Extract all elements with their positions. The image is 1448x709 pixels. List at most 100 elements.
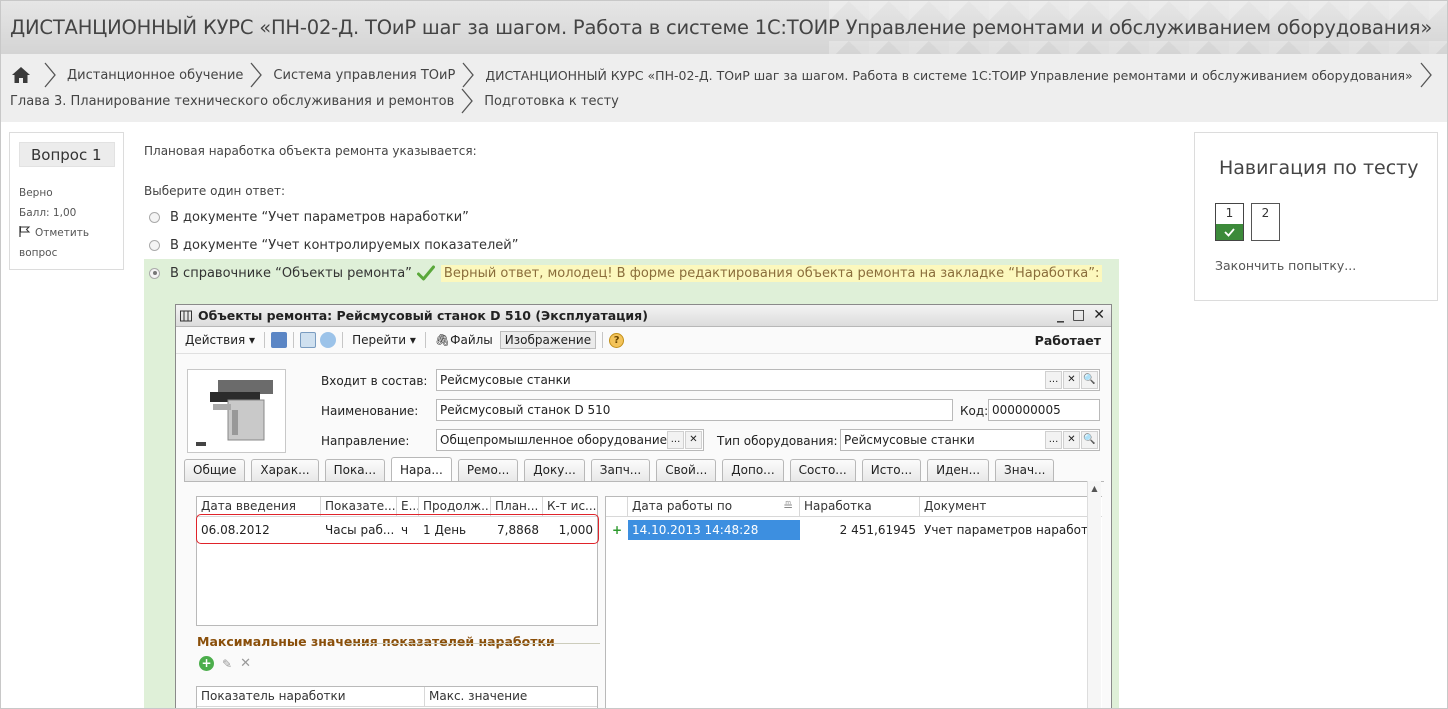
question-number: Вопрос 1	[19, 142, 115, 167]
question-nav-button-2[interactable]: 2	[1251, 203, 1280, 241]
files-label: Файлы	[450, 333, 493, 347]
name-field[interactable]: Рейсмусовый станок D 510	[436, 399, 953, 421]
parent-label: Входит в состав:	[321, 374, 428, 388]
breadcrumb-item-course[interactable]: ДИСТАНЦИОННЫЙ КУРС «ПН-02-Д. ТОиР шаг за…	[485, 68, 1412, 83]
breadcrumb-item-test-prep[interactable]: Подготовка к тесту	[484, 94, 619, 109]
answer-label: В документе “Учет параметров наработки”	[170, 209, 469, 225]
direction-field[interactable]: Общепромышленное оборудование ... ✕	[436, 429, 704, 451]
answer-option-2[interactable]: В документе “Учет контролируемых показат…	[144, 231, 518, 259]
parent-field[interactable]: Рейсмусовые станки ... ✕ 🔍	[436, 369, 1100, 391]
equipment-type-field[interactable]: Рейсмусовые станки ... ✕ 🔍	[840, 429, 1100, 451]
answer-label: В справочнике “Объекты ремонта”	[170, 265, 412, 281]
table-row[interactable]: + 14.10.2013 14:48:28 2 451,61945 Учет п…	[606, 519, 1102, 541]
code-label: Код:	[960, 404, 989, 418]
answer-option-3[interactable]: В справочнике “Объекты ремонта” Верный о…	[144, 259, 1103, 287]
help-icon[interactable]: ?	[609, 332, 625, 348]
radio-button-checked[interactable]	[149, 267, 160, 279]
files-button[interactable]: 🖇Файлы	[432, 332, 496, 348]
status-label: Работает	[1034, 333, 1101, 348]
chevron-right-icon	[461, 88, 474, 114]
home-icon[interactable]	[11, 66, 31, 84]
highlight-frame	[196, 514, 599, 544]
question-nav-label: 1	[1225, 206, 1234, 220]
delete-icon[interactable]: ✕	[240, 656, 251, 671]
finish-attempt-link[interactable]: Закончить попытку...	[1215, 258, 1356, 273]
tab-characteristics[interactable]: Харак...	[251, 459, 319, 481]
column-header[interactable]: Документ	[920, 497, 1089, 516]
code-field[interactable]: 000000005	[988, 399, 1100, 421]
page-frame: ДИСТАНЦИОННЫЙ КУРС «ПН-02-Д. ТОиР шаг за…	[0, 0, 1448, 709]
question-info: Вопрос 1 Верно Балл: 1,00 Отметить вопро…	[9, 132, 124, 270]
new-copy-icon[interactable]	[300, 332, 317, 348]
scroll-up-icon[interactable]: ▲	[1088, 484, 1101, 493]
breadcrumb-item-distance-learning[interactable]: Дистанционное обучение	[67, 68, 243, 83]
edit-icon[interactable]: ✎	[222, 657, 232, 671]
tab-values[interactable]: Знач...	[995, 459, 1055, 481]
column-header[interactable]: Дата работы по ≞	[628, 497, 800, 516]
answer-feedback: Верный ответ, молодец! В форме редактиро…	[440, 264, 1103, 282]
actions-menu[interactable]: Действия ▾	[182, 332, 258, 348]
tab-operating-time[interactable]: Нара...	[391, 457, 452, 481]
radio-button[interactable]	[149, 211, 160, 223]
save-close-icon[interactable]	[271, 332, 288, 348]
flag-question-link[interactable]: Отметить	[19, 223, 123, 243]
answer-option-1[interactable]: В документе “Учет параметров наработки”	[144, 203, 469, 231]
flag-label-2[interactable]: вопрос	[19, 243, 123, 263]
chevron-right-icon	[250, 62, 263, 88]
tab-general[interactable]: Общие	[184, 459, 246, 481]
actions-label: Действия	[185, 333, 246, 347]
select-button[interactable]: ...	[1045, 371, 1062, 389]
clear-icon[interactable]: ✕	[1063, 431, 1080, 449]
chevron-right-icon	[44, 62, 56, 88]
chevron-right-icon	[462, 62, 475, 88]
row-added-icon: +	[611, 523, 623, 537]
tab-documents[interactable]: Доку...	[524, 459, 585, 481]
max-values-table[interactable]: Показатель наработки Макс. значение	[196, 686, 598, 708]
tab-indicators[interactable]: Пока...	[324, 459, 386, 481]
clear-icon[interactable]: ✕	[685, 431, 702, 449]
operating-time-log-table[interactable]: Дата работы по ≞ Наработка Документ + 14.…	[605, 496, 1102, 708]
equipment-type-label: Тип оборудования:	[717, 434, 838, 448]
breadcrumb-item-toir-system[interactable]: Система управления ТОиР	[273, 68, 455, 83]
answer-label: В документе “Учет контролируемых показат…	[170, 237, 519, 253]
column-header[interactable]: Макс. значение	[425, 687, 597, 706]
question-text: Плановая наработка объекта ремонта указы…	[144, 144, 477, 158]
tab-repairs[interactable]: Ремо...	[457, 459, 519, 481]
tab-properties[interactable]: Свой...	[656, 459, 717, 481]
goto-menu[interactable]: Перейти ▾	[349, 332, 419, 348]
tab-history[interactable]: Исто...	[861, 459, 922, 481]
select-button[interactable]: ...	[1045, 431, 1062, 449]
column-header[interactable]: Наработка	[800, 497, 920, 516]
course-title: ДИСТАНЦИОННЫЙ КУРС «ПН-02-Д. ТОиР шаг за…	[10, 16, 1433, 39]
minimize-icon[interactable]: _	[1057, 307, 1064, 323]
tab-identification[interactable]: Иден...	[927, 459, 990, 481]
column-header[interactable]: Показатель наработки	[197, 687, 425, 706]
search-icon[interactable]: 🔍	[1081, 431, 1098, 449]
cell-operating-time: 2 451,61945	[839, 523, 916, 537]
name-label: Наименование:	[321, 404, 419, 418]
header-fields: Входит в состав: Рейсмусовые станки ... …	[176, 357, 1111, 457]
close-icon[interactable]: ✕	[1093, 307, 1105, 323]
refresh-icon[interactable]	[320, 332, 337, 348]
tab-additional[interactable]: Допо...	[722, 459, 784, 481]
cell-date: 14.10.2013 14:48:28	[628, 520, 800, 540]
direction-value: Общепромышленное оборудование	[440, 433, 668, 447]
catalog-icon	[180, 310, 192, 321]
scrollbar[interactable]: ▲	[1087, 481, 1101, 708]
equipment-type-value: Рейсмусовые станки	[844, 433, 975, 447]
maximize-icon[interactable]: □	[1072, 307, 1085, 323]
cell-document: Учет параметров наработ	[924, 523, 1088, 537]
tab-spare-parts[interactable]: Запч...	[590, 459, 651, 481]
radio-button[interactable]	[149, 239, 160, 251]
max-values-toolbar: + ✎ ✕	[199, 656, 251, 671]
goto-label: Перейти	[352, 333, 407, 347]
tab-states[interactable]: Состо...	[789, 459, 856, 481]
add-icon[interactable]: +	[199, 656, 214, 671]
breadcrumb-item-chapter[interactable]: Глава 3. Планирование технического обслу…	[10, 94, 454, 109]
clear-icon[interactable]: ✕	[1063, 371, 1080, 389]
question-nav-button-1[interactable]: 1	[1215, 203, 1244, 241]
search-icon[interactable]: 🔍	[1081, 371, 1098, 389]
equipment-image	[187, 369, 286, 453]
image-button[interactable]: Изображение	[499, 331, 597, 349]
select-button[interactable]: ...	[667, 431, 684, 449]
